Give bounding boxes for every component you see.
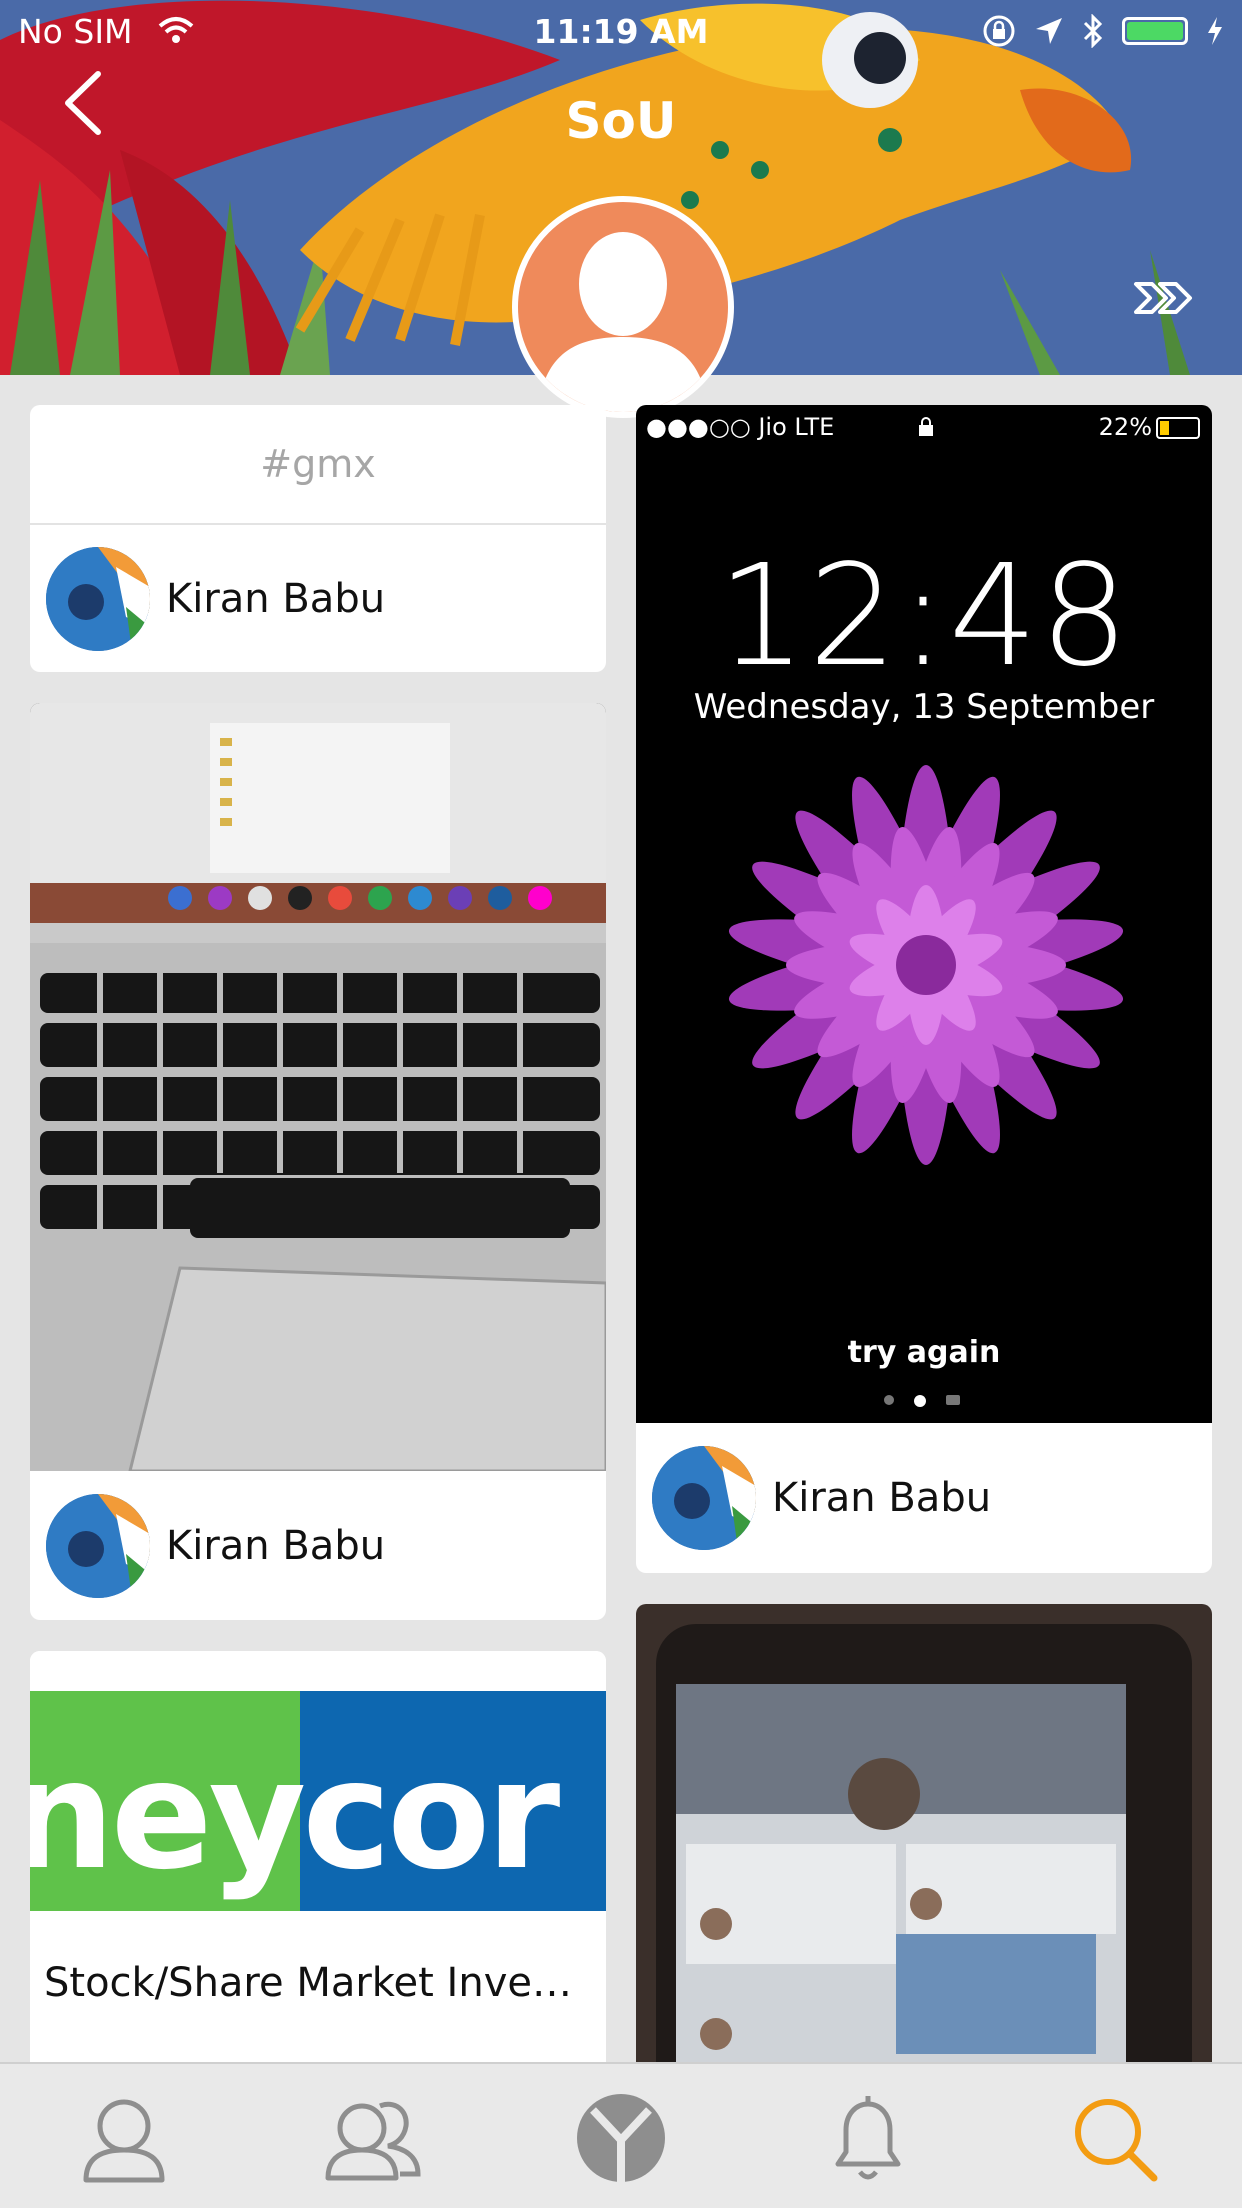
page-dots [884, 1395, 960, 1407]
laptop-photo [30, 703, 606, 1471]
status-icons [982, 14, 1224, 48]
author-name: Kiran Babu [772, 1475, 992, 1521]
card-author[interactable]: Kiran Babu [30, 1471, 606, 1620]
charging-bolt-icon [1208, 17, 1222, 45]
battery-icon [1122, 17, 1188, 45]
home-logo-tab-icon[interactable] [571, 2092, 671, 2184]
double-chevron-right-icon[interactable] [1132, 278, 1202, 318]
article-title: Stock/Share Market Investi… [44, 1960, 592, 2006]
lockscreen-post-card[interactable]: ●●●○○ Jio LTE 22% 12:48 Wednesday, 13 Se… [636, 405, 1212, 1573]
rotation-lock-icon [983, 15, 1015, 47]
lockscreen-battery-icon [1156, 417, 1200, 439]
search-tab-icon[interactable] [1066, 2092, 1166, 2184]
lockscreen-battery-pct: 22% [1098, 413, 1152, 441]
person-silhouette-icon [538, 232, 708, 412]
card-author[interactable]: Kiran Babu [636, 1423, 1212, 1573]
bluetooth-icon [1083, 14, 1103, 48]
hashtag-label: #gmx [30, 405, 606, 525]
lockscreen-message: try again [847, 1335, 1001, 1370]
location-arrow-icon [1036, 18, 1062, 44]
profile-tab-icon[interactable] [74, 2092, 174, 2184]
hashtag-card[interactable]: #gmx Kiran Babu [30, 405, 606, 672]
article-logo-text: neycor [30, 1729, 560, 1903]
author-avatar [46, 1493, 150, 1598]
lock-icon [919, 417, 933, 436]
author-name: Kiran Babu [166, 575, 386, 622]
article-card[interactable]: neycor [30, 1651, 606, 2101]
notifications-bell-icon[interactable] [818, 2092, 918, 2184]
tab-bar [0, 2062, 1242, 2208]
author-avatar [46, 546, 150, 651]
lockscreen-date: Wednesday, 13 September [693, 687, 1155, 727]
lockscreen-carrier: ●●●○○ Jio LTE [646, 413, 835, 441]
photo-post-card[interactable] [636, 1604, 1212, 2104]
lockscreen-photo: ●●●○○ Jio LTE 22% 12:48 Wednesday, 13 Se… [636, 405, 1212, 1423]
friends-tab-icon[interactable] [322, 2092, 422, 2184]
author-name: Kiran Babu [166, 1522, 386, 1569]
laptop-post-card[interactable]: Kiran Babu [30, 703, 606, 1620]
lockscreen-time: 12:48 [717, 535, 1131, 698]
card-author[interactable]: Kiran Babu [30, 525, 606, 672]
status-bar: No SIM 11:19 AM [0, 0, 1242, 60]
profile-avatar[interactable] [512, 196, 734, 418]
article-image: neycor [30, 1651, 606, 1951]
blurred-phone-photo [636, 1604, 1212, 2104]
page-title: SoU [565, 92, 677, 150]
author-avatar [652, 1446, 756, 1550]
flower-wallpaper [728, 765, 1124, 1165]
